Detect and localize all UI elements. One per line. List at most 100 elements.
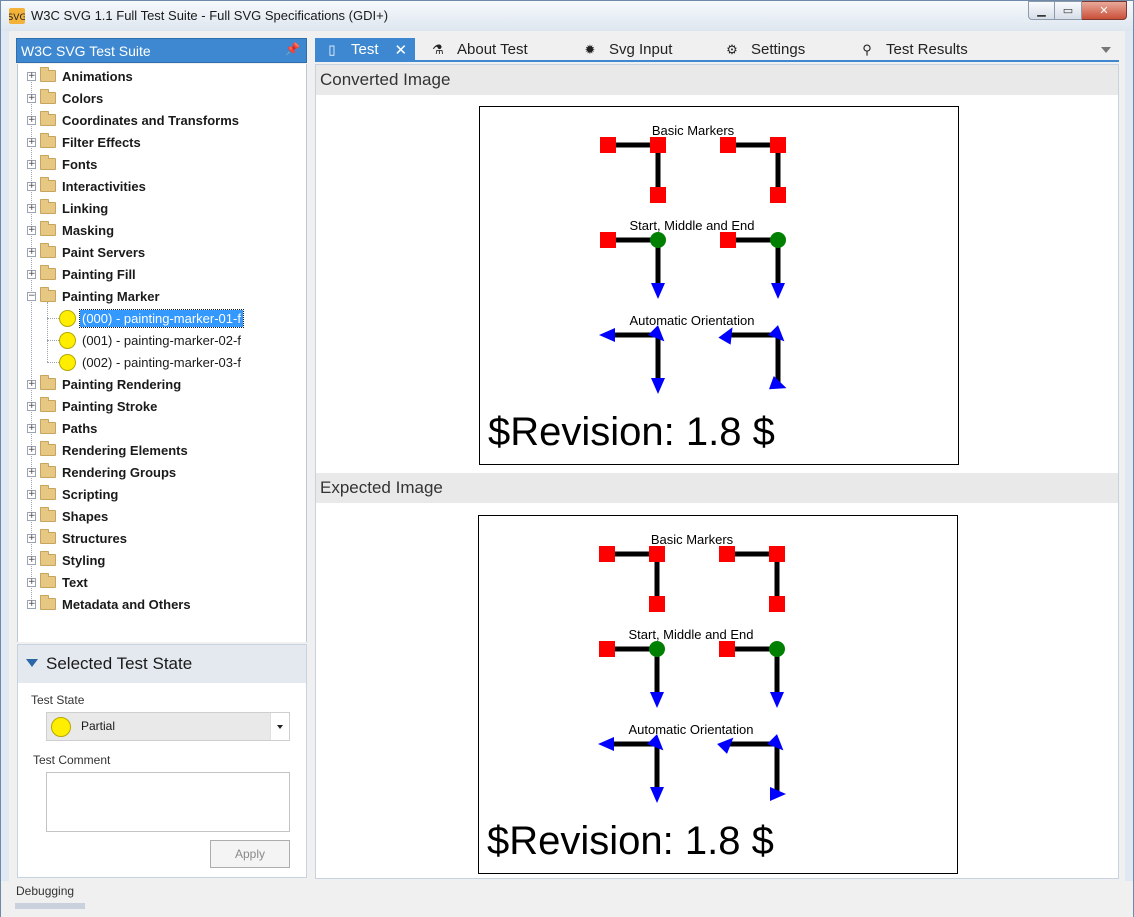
window-title: W3C SVG 1.1 Full Test Suite - Full SVG S… xyxy=(31,8,389,23)
apply-button[interactable]: Apply xyxy=(210,840,290,868)
red-square-marker xyxy=(600,137,616,153)
expand-icon[interactable]: + xyxy=(27,445,36,455)
tree-connector xyxy=(47,362,59,363)
tab-close-icon[interactable]: ✕ xyxy=(395,41,408,59)
tree-category[interactable]: + Coordinates and Transforms xyxy=(18,109,306,131)
tree-category[interactable]: + Text xyxy=(18,571,306,593)
folder-icon xyxy=(40,177,56,192)
pin-icon[interactable]: 📌 xyxy=(285,42,300,56)
tree-category[interactable]: − Painting Marker xyxy=(18,285,306,307)
converted-svg-render: Basic Markers Start, Middle and End Automa… xyxy=(488,123,787,454)
folder-icon xyxy=(40,485,56,500)
expand-icon[interactable]: + xyxy=(27,599,36,609)
tree-category[interactable]: + Masking xyxy=(18,219,306,241)
expand-icon[interactable]: + xyxy=(27,137,36,147)
folder-open-icon xyxy=(40,287,56,302)
title-bar: SVG W3C SVG 1.1 Full Test Suite - Full S… xyxy=(1,1,1133,31)
expand-icon[interactable]: + xyxy=(27,93,36,103)
tree-category-label: Rendering Elements xyxy=(62,442,188,458)
red-square-marker xyxy=(770,187,786,203)
test-item-label: (001) - painting-marker-02-f xyxy=(82,332,241,348)
expand-icon[interactable]: + xyxy=(27,511,36,521)
tree-category[interactable]: + Fonts xyxy=(18,153,306,175)
test-item-label: (000) - painting-marker-01-f xyxy=(79,308,244,328)
tab-about-test[interactable]: ⚗ About Test xyxy=(421,38,561,61)
tab-svg-input[interactable]: ✹ Svg Input xyxy=(573,38,703,61)
state-panel-header[interactable]: Selected Test State xyxy=(18,645,306,683)
tree-category-label: Metadata and Others xyxy=(62,596,191,612)
end-triangle-marker xyxy=(650,787,664,803)
tab-overflow-icon[interactable] xyxy=(1101,47,1111,53)
tree-connector xyxy=(47,302,48,362)
test-comment-label: Test Comment xyxy=(33,753,111,767)
tree-category[interactable]: + Scripting xyxy=(18,483,306,505)
tree-category-label: Painting Fill xyxy=(62,266,136,282)
expand-icon[interactable]: + xyxy=(27,489,36,499)
tree-category[interactable]: + Painting Rendering xyxy=(18,373,306,395)
start-middle-end-label: Start, Middle and End xyxy=(628,627,753,642)
collapse-triangle-icon[interactable] xyxy=(26,659,38,667)
minimize-button[interactable]: ▁ xyxy=(1028,1,1055,20)
partial-status-icon xyxy=(59,309,76,327)
basic-markers-label: Basic Markers xyxy=(651,532,734,547)
expand-icon[interactable]: + xyxy=(27,71,36,81)
test-item[interactable]: (000) - painting-marker-01-f xyxy=(18,307,306,329)
tree-category[interactable]: + Rendering Elements xyxy=(18,439,306,461)
tree-category[interactable]: + Filter Effects xyxy=(18,131,306,153)
state-indicator-icon xyxy=(51,717,71,737)
tree-category[interactable]: + Styling xyxy=(18,549,306,571)
tree-category[interactable]: + Colors xyxy=(18,87,306,109)
tree-category[interactable]: + Paths xyxy=(18,417,306,439)
folder-icon xyxy=(40,375,56,390)
maximize-button[interactable]: ▭ xyxy=(1055,1,1082,20)
expand-icon[interactable]: + xyxy=(27,423,36,433)
expand-icon[interactable]: + xyxy=(27,555,36,565)
automatic-orientation-label: Automatic Orientation xyxy=(628,722,753,737)
expand-icon[interactable]: + xyxy=(27,401,36,411)
collapse-icon[interactable]: − xyxy=(27,291,36,301)
tab-settings[interactable]: ⚙ Settings xyxy=(715,38,835,61)
tree-category[interactable]: + Painting Fill xyxy=(18,263,306,285)
results-icon: ⚲ xyxy=(862,41,872,57)
close-icon: ✕ xyxy=(1099,4,1109,17)
marker-path xyxy=(608,332,661,385)
expand-icon[interactable]: + xyxy=(27,467,36,477)
expand-icon[interactable]: + xyxy=(27,225,36,235)
test-item[interactable]: (002) - painting-marker-03-f xyxy=(18,351,306,373)
tree-category-label: Painting Stroke xyxy=(62,398,158,414)
tab-label: Svg Input xyxy=(609,41,673,58)
tab-label: About Test xyxy=(457,41,528,58)
partial-status-icon xyxy=(59,353,76,371)
tree-category[interactable]: + Linking xyxy=(18,197,306,219)
tree-category[interactable]: + Painting Stroke xyxy=(18,395,306,417)
expand-icon[interactable]: + xyxy=(27,181,36,191)
start-middle-end-label: Start, Middle and End xyxy=(629,218,754,233)
tree-category[interactable]: + Shapes xyxy=(18,505,306,527)
tree-category-label: Filter Effects xyxy=(62,134,141,150)
expand-icon[interactable]: + xyxy=(27,379,36,389)
test-comment-field[interactable] xyxy=(46,772,290,832)
tree-connector xyxy=(47,318,59,319)
expand-icon[interactable]: + xyxy=(27,203,36,213)
expand-icon[interactable]: + xyxy=(27,269,36,279)
tree-category[interactable]: + Structures xyxy=(18,527,306,549)
chevron-down-icon[interactable] xyxy=(270,713,289,740)
expand-icon[interactable]: + xyxy=(27,247,36,257)
tree-category[interactable]: + Rendering Groups xyxy=(18,461,306,483)
test-state-dropdown[interactable]: Partial xyxy=(46,712,290,741)
tab-test[interactable]: ▯ Test ✕ xyxy=(315,38,415,61)
tree-category[interactable]: + Paint Servers xyxy=(18,241,306,263)
tree-category[interactable]: + Animations xyxy=(18,65,306,87)
tab-test-results[interactable]: ⚲ Test Results xyxy=(850,38,1000,61)
expand-icon[interactable]: + xyxy=(27,115,36,125)
start-square-marker xyxy=(599,641,615,657)
expand-icon[interactable]: + xyxy=(27,533,36,543)
tree-category[interactable]: + Metadata and Others xyxy=(18,593,306,615)
close-button[interactable]: ✕ xyxy=(1082,1,1127,20)
expand-icon[interactable]: + xyxy=(27,577,36,587)
tree-category[interactable]: + Interactivities xyxy=(18,175,306,197)
test-state-value: Partial xyxy=(81,719,116,733)
test-item[interactable]: (001) - painting-marker-02-f xyxy=(18,329,306,351)
expand-icon[interactable]: + xyxy=(27,159,36,169)
red-square-marker xyxy=(769,596,785,612)
